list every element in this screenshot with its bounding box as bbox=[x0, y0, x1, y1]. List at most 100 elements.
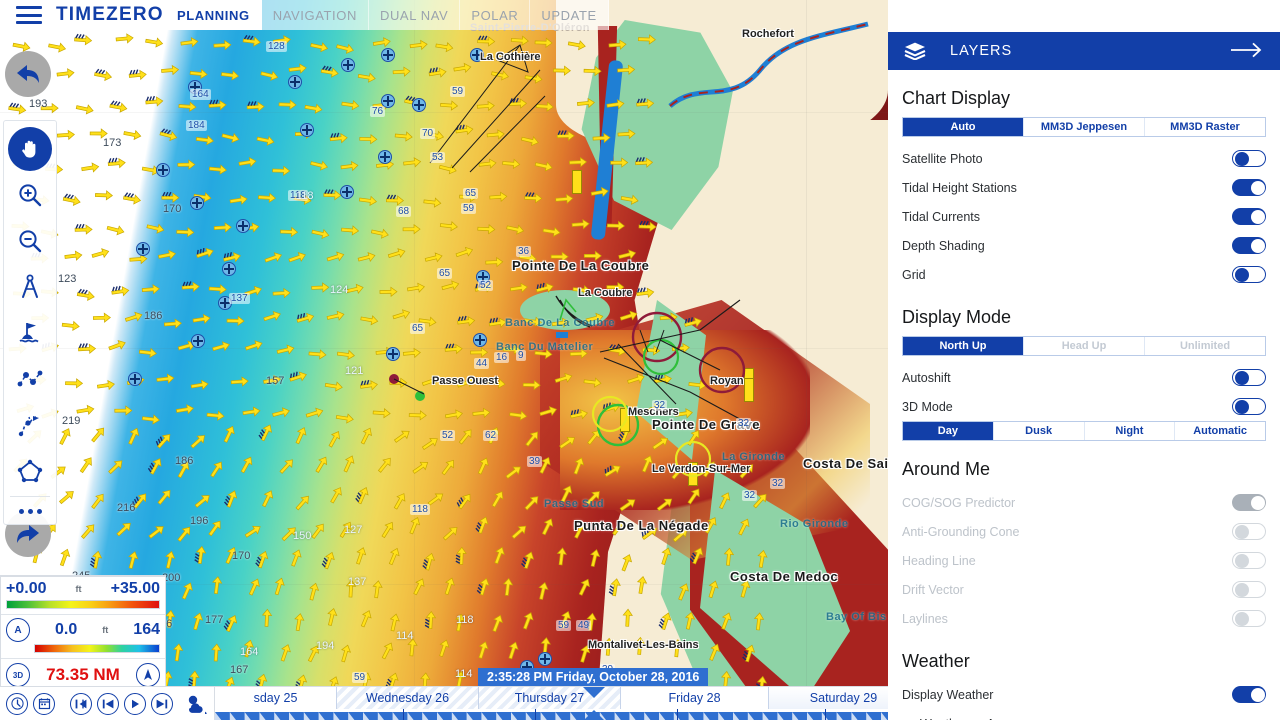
depth-sounding: 68 bbox=[396, 206, 411, 217]
hamburger-menu-icon[interactable] bbox=[16, 6, 42, 24]
skip-to-start-icon[interactable] bbox=[70, 693, 92, 715]
segment-option[interactable]: Dusk bbox=[994, 422, 1085, 440]
layer-option-label: Laylines bbox=[902, 612, 1232, 626]
tab-planning[interactable]: PLANNING bbox=[166, 0, 262, 30]
depth-scale-row: A 0.0 ft 164 bbox=[1, 615, 165, 659]
depth-sounding: 123 bbox=[58, 273, 76, 285]
segment-option[interactable]: MM3D Jeppesen bbox=[1024, 118, 1145, 136]
layer-option-row: Depth Shading bbox=[902, 231, 1266, 260]
depth-sounding: 137 bbox=[348, 576, 366, 588]
back-arrow-icon[interactable] bbox=[5, 51, 51, 97]
layer-option-label: 3D Mode bbox=[902, 400, 1232, 414]
layer-option-row: Anti-Grounding Cone bbox=[902, 517, 1266, 546]
depth-sounding: 121 bbox=[345, 365, 363, 377]
layer-option-row: Grid bbox=[902, 260, 1266, 289]
timeline-track[interactable]: sday 25Wednesday 26Thursday 27Friday 28S… bbox=[214, 687, 888, 720]
tide-max-value: +35.00 bbox=[111, 580, 160, 598]
chart-scale-panel: +0.00 ft +35.00 A 0.0 ft 164 3D 73.35 NM bbox=[0, 575, 166, 692]
depth-sounding: 186 bbox=[144, 310, 162, 322]
tide-min-value: +0.00 bbox=[6, 580, 46, 598]
layer-option-label: COG/SOG Predictor bbox=[902, 496, 1232, 510]
depth-sounding: 157 bbox=[266, 375, 284, 387]
timeline-day[interactable]: sday 25 bbox=[215, 687, 337, 709]
layers-panel-title: LAYERS bbox=[950, 43, 1230, 59]
layer-option-row: Satellite Photo bbox=[902, 144, 1266, 173]
weather-cloud-sun-icon[interactable] bbox=[186, 694, 208, 714]
track-tool[interactable] bbox=[8, 403, 52, 447]
north-arrow-icon[interactable] bbox=[136, 663, 160, 687]
layer-option-row: Display Weather bbox=[902, 680, 1266, 709]
tide-unit: ft bbox=[76, 584, 82, 594]
depth-sounding: 59 bbox=[461, 203, 476, 214]
depth-sounding: 173 bbox=[103, 137, 121, 149]
clock-icon[interactable] bbox=[6, 693, 28, 715]
tab-polar[interactable]: POLAR bbox=[460, 0, 530, 30]
tab-dual-nav[interactable]: DUAL NAV bbox=[369, 0, 460, 30]
pan-hand-tool[interactable] bbox=[8, 127, 52, 171]
area-tool[interactable] bbox=[8, 449, 52, 493]
segment-option[interactable]: Night bbox=[1085, 422, 1176, 440]
calendar-icon[interactable] bbox=[33, 693, 55, 715]
layer-toggle bbox=[1232, 581, 1266, 598]
depth-sounding: 118 bbox=[296, 190, 314, 202]
layer-option-label: Drift Vector bbox=[902, 583, 1232, 597]
depth-sounding: 59 bbox=[352, 672, 367, 683]
layer-toggle bbox=[1232, 494, 1266, 511]
segment-option[interactable]: MM3D Raster bbox=[1145, 118, 1265, 136]
timeline-cursor[interactable] bbox=[583, 687, 605, 720]
layer-toggle[interactable] bbox=[1232, 150, 1266, 167]
segment-option[interactable]: Automatic bbox=[1175, 422, 1265, 440]
layer-toggle[interactable] bbox=[1232, 398, 1266, 415]
depth-min-value: 0.0 bbox=[55, 621, 77, 639]
segment-option[interactable]: Day bbox=[903, 422, 994, 440]
depth-sounding: 44 bbox=[474, 358, 489, 369]
layer-toggle[interactable] bbox=[1232, 208, 1266, 225]
depth-sounding: 32 bbox=[736, 418, 751, 429]
mark-buoy-tool[interactable] bbox=[8, 311, 52, 355]
depth-sounding: 118 bbox=[410, 504, 430, 515]
step-forward-icon[interactable] bbox=[151, 693, 173, 715]
tab-navigation[interactable]: NAVIGATION bbox=[262, 0, 369, 30]
arrow-right-icon[interactable] bbox=[1230, 41, 1264, 61]
segment-option[interactable]: Auto bbox=[903, 118, 1024, 136]
app-brand-title: TIMEZERO bbox=[56, 4, 164, 26]
section-title: Weather bbox=[902, 651, 1266, 672]
zoom-in-tool[interactable] bbox=[8, 173, 52, 217]
depth-sounding: 59 bbox=[450, 86, 465, 97]
timezero-app: Saint-Pierre-D'OléronRochefortLa Cothièr… bbox=[0, 0, 1280, 720]
segment-option[interactable]: North Up bbox=[903, 337, 1024, 355]
horizontal-dots-icon[interactable] bbox=[4, 500, 56, 522]
depth-sounding: 65 bbox=[410, 323, 425, 334]
layer-toggle[interactable] bbox=[1232, 179, 1266, 196]
depth-sounding: 128 bbox=[266, 41, 287, 52]
layer-option-label: Tidal Currents bbox=[902, 210, 1232, 224]
layer-toggle[interactable] bbox=[1232, 237, 1266, 254]
route-tool[interactable] bbox=[8, 357, 52, 401]
timeline-day[interactable]: Friday 28 bbox=[621, 687, 769, 709]
depth-sounding: 53 bbox=[430, 152, 445, 163]
step-back-icon[interactable] bbox=[97, 693, 119, 715]
depth-scale-badge[interactable]: A bbox=[6, 618, 30, 642]
depth-color-scale bbox=[34, 644, 160, 653]
play-icon[interactable] bbox=[124, 693, 146, 715]
section-title: Around Me bbox=[902, 459, 1266, 480]
layer-option-row: Drift Vector bbox=[902, 575, 1266, 604]
depth-sounding: 114 bbox=[396, 630, 414, 642]
timeline-day[interactable]: Saturday 29 bbox=[769, 687, 888, 709]
timeline-day[interactable]: Wednesday 26 bbox=[337, 687, 479, 709]
layer-toggle[interactable] bbox=[1232, 369, 1266, 386]
tab-update[interactable]: UPDATE bbox=[530, 0, 608, 30]
layer-option-row: Autoshift bbox=[902, 363, 1266, 392]
depth-sounding: 76 bbox=[370, 106, 385, 117]
tide-scale-row: +0.00 ft +35.00 bbox=[1, 577, 165, 615]
layer-option-label: Tidal Height Stations bbox=[902, 181, 1232, 195]
divider-tool[interactable] bbox=[8, 265, 52, 309]
zoom-out-tool[interactable] bbox=[8, 219, 52, 263]
3d-mode-badge[interactable]: 3D bbox=[6, 663, 30, 687]
section-title: Display Mode bbox=[902, 307, 1266, 328]
divider bbox=[10, 496, 50, 497]
depth-max-value: 164 bbox=[133, 621, 160, 639]
layer-toggle[interactable] bbox=[1232, 266, 1266, 283]
layer-option-label: Satellite Photo bbox=[902, 152, 1232, 166]
layer-toggle[interactable] bbox=[1232, 686, 1266, 703]
